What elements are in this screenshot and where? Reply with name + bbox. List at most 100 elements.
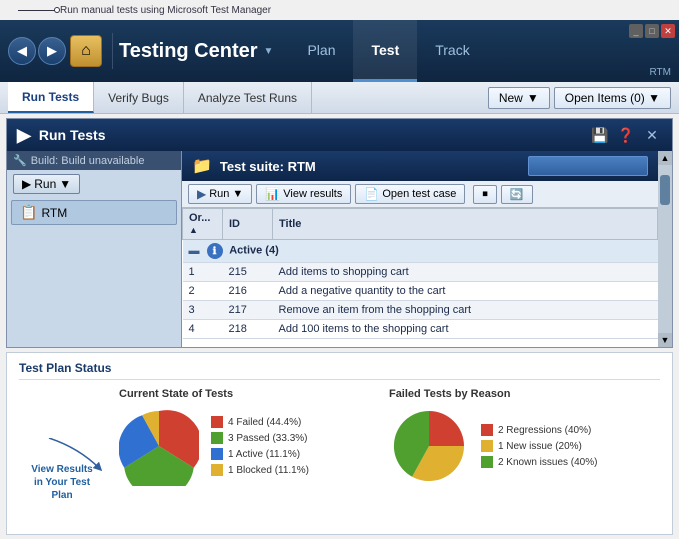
run-toolbar-left: ▶ Run ▼ xyxy=(7,170,181,198)
table-row[interactable]: 4 218 Add 100 items to the shopping cart xyxy=(183,320,658,339)
panel-save-button[interactable]: 💾 xyxy=(590,125,610,145)
refresh-icon: 🔄 xyxy=(510,188,524,201)
active-indicator: ℹ xyxy=(207,243,223,259)
col-title[interactable]: Title xyxy=(273,209,658,240)
open-test-case-icon: 📄 xyxy=(364,187,379,201)
nav-buttons: ◀ ▶ xyxy=(8,37,66,65)
status-title: Test Plan Status xyxy=(19,361,660,380)
window-controls: _ □ ✕ xyxy=(629,24,675,38)
legend-item-new-issue: 1 New issue (20%) xyxy=(481,440,598,452)
active-group-row: ▬ ℹ Active (4) xyxy=(183,240,658,263)
top-annotation: Run manual tests using Microsoft Test Ma… xyxy=(0,0,679,20)
suite-icon: 📁 xyxy=(192,156,212,176)
legend-item-failed: 4 Failed (44.4%) xyxy=(211,416,309,428)
legend-item-regressions: 2 Regressions (40%) xyxy=(481,424,598,436)
run-dropdown-icon: ▶ xyxy=(22,177,31,191)
stop-button[interactable]: ⏹ xyxy=(473,185,497,204)
test-table-container[interactable]: Or... ID Title ▬ ℹ Active (4) xyxy=(182,208,658,347)
legend-color-active xyxy=(211,448,223,460)
scroll-track[interactable] xyxy=(659,165,671,333)
scroll-up[interactable]: ▲ xyxy=(658,151,672,165)
tab-test[interactable]: Test xyxy=(353,20,417,82)
scroll-thumb[interactable] xyxy=(660,175,670,205)
open-test-case-button[interactable]: 📄 Open test case xyxy=(355,184,465,204)
view-results-button[interactable]: 📊 View results xyxy=(256,184,351,204)
current-state-legend: 4 Failed (44.4%) 3 Passed (33.3%) 1 Acti… xyxy=(211,416,309,476)
tree-item-rtm[interactable]: 📋 RTM xyxy=(11,200,177,225)
current-state-row: 4 Failed (44.4%) 3 Passed (33.3%) 1 Acti… xyxy=(119,406,309,486)
legend-color-known-issues xyxy=(481,456,493,468)
main-content: ▶ Run Tests 💾 ❓ ✕ 🔧 Build: Build unavail… xyxy=(0,114,679,539)
top-bar: ◀ ▶ ⌂ Testing Center ▼ Plan Test Track _… xyxy=(0,20,679,82)
legend-item-blocked: 1 Blocked (11.1%) xyxy=(211,464,309,476)
forward-button[interactable]: ▶ xyxy=(38,37,66,65)
open-items-button[interactable]: Open Items (0) ▼ xyxy=(554,87,671,109)
refresh-button[interactable]: 🔄 xyxy=(501,185,533,204)
open-items-dropdown-arrow[interactable]: ▼ xyxy=(648,91,660,105)
run-btn-arrow[interactable]: ▼ xyxy=(232,188,243,200)
panel-close-button[interactable]: ✕ xyxy=(642,125,662,145)
status-body: View Results in Your Test Plan Current S… xyxy=(19,388,660,486)
current-state-chart: Current State of Tests 4 Fa xyxy=(119,388,309,486)
stop-icon: ⏹ xyxy=(482,188,488,201)
tab-verify-bugs[interactable]: Verify Bugs xyxy=(94,82,184,113)
legend-color-new-issue xyxy=(481,440,493,452)
app-title: Testing Center xyxy=(119,40,258,63)
spacer xyxy=(329,388,369,486)
tab-plan[interactable]: Plan xyxy=(289,20,353,82)
toolbar2: Run Tests Verify Bugs Analyze Test Runs … xyxy=(0,82,679,114)
table-row[interactable]: 2 216 Add a negative quantity to the car… xyxy=(183,282,658,301)
failed-by-reason-legend: 2 Regressions (40%) 1 New issue (20%) 2 … xyxy=(481,424,598,468)
failed-by-reason-title: Failed Tests by Reason xyxy=(389,388,510,400)
run-dropdown-arrow[interactable]: ▼ xyxy=(59,177,71,191)
run-dropdown-button[interactable]: ▶ Run ▼ xyxy=(13,174,80,194)
table-row[interactable]: 3 217 Remove an item from the shopping c… xyxy=(183,301,658,320)
close-button[interactable]: ✕ xyxy=(661,24,675,38)
panel-actions: 💾 ❓ ✕ xyxy=(590,125,662,145)
collapse-icon[interactable]: ▬ xyxy=(189,245,200,257)
title-dropdown[interactable]: ▼ xyxy=(264,46,274,57)
tab-analyze-test-runs[interactable]: Analyze Test Runs xyxy=(184,82,312,113)
legend-color-regressions xyxy=(481,424,493,436)
tree-item-icon: 📋 xyxy=(20,204,37,221)
top-nav-tabs: Plan Test Track xyxy=(289,20,487,82)
panel-sidebar: 🔧 Build: Build unavailable ▶ Run ▼ 📋 RTM xyxy=(7,151,182,347)
minimize-button[interactable]: _ xyxy=(629,24,643,38)
tab-run-tests[interactable]: Run Tests xyxy=(8,82,94,113)
legend-item-active: 1 Active (11.1%) xyxy=(211,448,309,460)
current-state-title: Current State of Tests xyxy=(119,388,233,400)
legend-color-failed xyxy=(211,416,223,428)
build-label: 🔧 Build: Build unavailable xyxy=(7,151,181,170)
maximize-button[interactable]: □ xyxy=(645,24,659,38)
table-row[interactable]: 1 215 Add items to shopping cart xyxy=(183,263,658,282)
panel-help-button[interactable]: ❓ xyxy=(616,125,636,145)
build-icon: 🔧 xyxy=(13,154,27,167)
divider xyxy=(112,33,113,69)
new-button[interactable]: New ▼ xyxy=(488,87,550,109)
test-table: Or... ID Title ▬ ℹ Active (4) xyxy=(182,208,658,339)
legend-color-blocked xyxy=(211,464,223,476)
home-button[interactable]: ⌂ xyxy=(70,35,102,67)
back-button[interactable]: ◀ xyxy=(8,37,36,65)
failed-by-reason-pie xyxy=(389,406,469,486)
annotation-text: Run manual tests using Microsoft Test Ma… xyxy=(60,5,271,16)
col-order[interactable]: Or... xyxy=(183,209,223,240)
status-panel: Test Plan Status View Results in Your Te… xyxy=(6,352,673,535)
legend-color-passed xyxy=(211,432,223,444)
panel-scrollbar[interactable]: ▲ ▼ xyxy=(658,151,672,347)
panel-icon: ▶ xyxy=(17,125,31,146)
current-state-pie xyxy=(119,406,199,486)
suite-search-bar xyxy=(528,156,648,176)
run-button[interactable]: ▶ Run ▼ xyxy=(188,184,252,204)
tab-track[interactable]: Track xyxy=(417,20,487,82)
failed-by-reason-row: 2 Regressions (40%) 1 New issue (20%) 2 … xyxy=(389,406,598,486)
run-tests-panel: ▶ Run Tests 💾 ❓ ✕ 🔧 Build: Build unavail… xyxy=(6,118,673,348)
legend-item-passed: 3 Passed (33.3%) xyxy=(211,432,309,444)
panel-body: 🔧 Build: Build unavailable ▶ Run ▼ 📋 RTM xyxy=(7,151,672,347)
toolbar2-right: New ▼ Open Items (0) ▼ xyxy=(488,87,671,109)
scroll-down[interactable]: ▼ xyxy=(658,333,672,347)
run-toolbar2: ▶ Run ▼ 📊 View results 📄 Open test case … xyxy=(182,181,658,208)
panel-main: 📁 Test suite: RTM ▶ Run ▼ 📊 View results xyxy=(182,151,658,347)
col-id[interactable]: ID xyxy=(223,209,273,240)
new-dropdown-arrow[interactable]: ▼ xyxy=(527,91,539,105)
